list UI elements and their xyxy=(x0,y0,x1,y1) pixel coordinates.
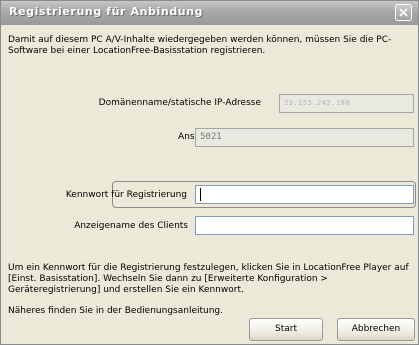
port-field: 5021 xyxy=(195,128,414,147)
password-label: Kennwort für Registrierung xyxy=(65,190,187,200)
registration-dialog: Registrierung für Anbindung Damit auf di… xyxy=(0,0,419,345)
start-button[interactable]: Start xyxy=(249,318,323,341)
password-input[interactable] xyxy=(195,185,414,204)
domain-label: Domänenname/statische IP-Adresse xyxy=(98,98,261,108)
client-name-label: Anzeigename des Clients xyxy=(74,221,188,231)
title-bar[interactable]: Registrierung für Anbindung xyxy=(1,1,418,25)
close-button[interactable] xyxy=(395,4,412,21)
domain-field: 23.155.242.180 xyxy=(279,94,414,113)
text-caret xyxy=(200,188,201,201)
client-name-input[interactable] xyxy=(195,216,414,235)
close-icon xyxy=(399,8,408,17)
manual-note: Näheres finden Sie in der Bedienungsanle… xyxy=(8,306,223,316)
window-title: Registrierung für Anbindung xyxy=(9,5,204,18)
intro-text: Damit auf diesem PC A/V-Inhalte wiederge… xyxy=(8,35,392,56)
cancel-button[interactable]: Abbrechen xyxy=(337,318,415,341)
hint-text: Um ein Kennwort für die Registrierung fe… xyxy=(8,263,409,295)
